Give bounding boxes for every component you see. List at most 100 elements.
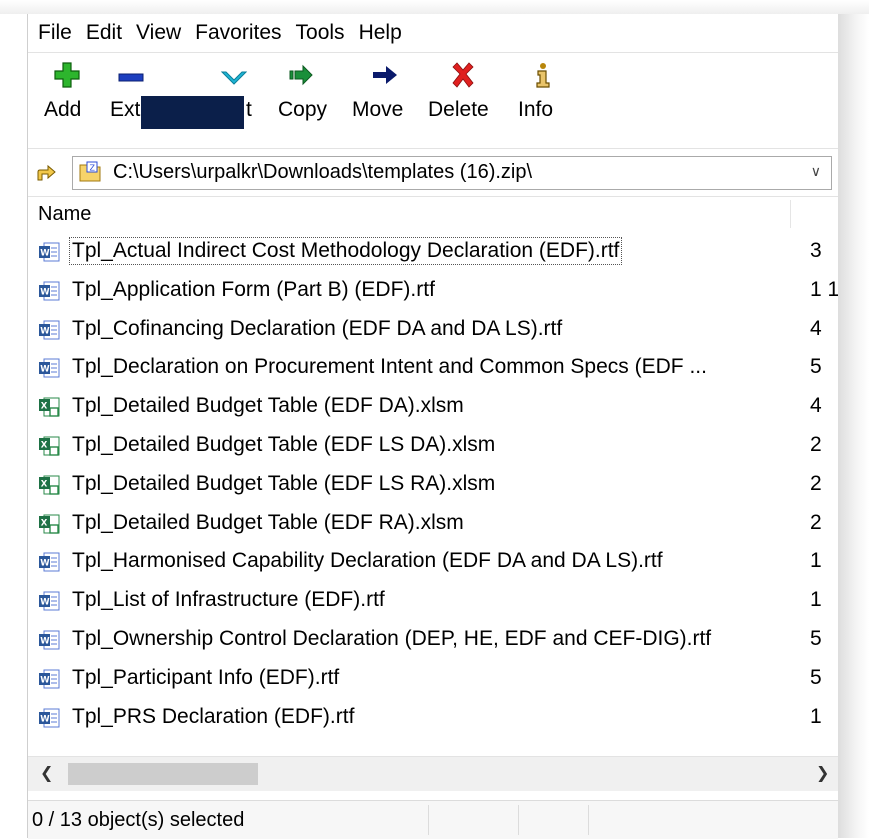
minus-icon <box>118 73 144 82</box>
file-name: Tpl_List of Infrastructure (EDF).rtf <box>72 588 385 612</box>
horizontal-scrollbar[interactable]: ❮ ❯ <box>28 756 838 791</box>
column-header-row: Name <box>28 196 838 232</box>
plus-icon <box>54 62 80 88</box>
file-row[interactable]: X Tpl_Detailed Budget Table (EDF RA).xlsm… <box>34 504 838 542</box>
toolbar: Add Ext t Copy Move Delete Info <box>28 54 838 149</box>
copy-button[interactable]: Copy <box>272 54 334 142</box>
menu-edit[interactable]: Edit <box>80 14 128 52</box>
status-divider <box>588 805 589 835</box>
svg-text:Z: Z <box>90 164 96 173</box>
word-file-icon: W <box>38 629 60 651</box>
excel-file-icon: X <box>38 474 60 496</box>
svg-text:X: X <box>41 518 48 528</box>
scrollbar-thumb[interactable] <box>68 763 258 785</box>
file-row[interactable]: X Tpl_Detailed Budget Table (EDF DA).xlsm… <box>34 387 838 425</box>
file-row[interactable]: W Tpl_Cofinancing Declaration (EDF DA and… <box>34 310 838 348</box>
file-size: 2 <box>810 433 822 456</box>
excel-file-icon: X <box>38 396 60 418</box>
file-row[interactable]: W Tpl_Declaration on Procurement Intent a… <box>34 348 838 386</box>
window-shadow-right <box>837 14 869 838</box>
check-icon <box>221 71 247 85</box>
file-size: 2 <box>810 510 822 534</box>
file-size: 1 <box>810 704 822 728</box>
svg-text:W: W <box>40 287 50 297</box>
excel-file-icon: X <box>38 513 60 535</box>
address-combobox[interactable]: Z C:\Users\urpalkr\Downloads\templates (… <box>72 156 832 190</box>
file-size: 4 <box>810 316 822 340</box>
file-row[interactable]: X Tpl_Detailed Budget Table (EDF LS DA).x… <box>34 426 838 464</box>
file-row[interactable]: X Tpl_Detailed Budget Table (EDF LS RA).x… <box>34 465 838 503</box>
status-divider <box>428 805 429 835</box>
file-name: Tpl_Declaration on Procurement Intent an… <box>72 355 707 379</box>
file-row[interactable]: W Tpl_Harmonised Capability Declaration (… <box>34 542 838 580</box>
column-header-name[interactable]: Name <box>38 196 91 232</box>
scroll-left-arrow-icon[interactable]: ❮ <box>40 763 53 783</box>
file-size: 5 <box>810 627 822 650</box>
menu-help[interactable]: Help <box>353 14 408 52</box>
zip-archive-icon: Z <box>79 161 101 182</box>
file-size: 5 <box>810 665 822 689</box>
add-button[interactable]: Add <box>38 54 94 142</box>
file-name: Tpl_Actual Indirect Cost Methodology Dec… <box>68 237 623 265</box>
move-label: Move <box>352 98 404 121</box>
svg-text:W: W <box>40 598 50 608</box>
file-size: 1 1 <box>810 277 838 301</box>
file-name: Tpl_PRS Declaration (EDF).rtf <box>72 704 355 728</box>
svg-text:W: W <box>40 249 50 259</box>
delete-button[interactable]: Delete <box>426 54 500 142</box>
column-divider[interactable] <box>790 200 791 228</box>
window-shadow-top <box>0 0 869 14</box>
file-row[interactable]: W Tpl_Application Form (Part B) (EDF).rtf… <box>34 271 838 309</box>
file-row[interactable]: W Tpl_List of Infrastructure (EDF).rtf 1 <box>34 581 838 619</box>
move-button[interactable]: Move <box>348 54 424 142</box>
archive-manager-window: File Edit View Favorites Tools Help Add … <box>27 14 838 839</box>
delete-x-icon <box>452 62 474 88</box>
menu-tools[interactable]: Tools <box>290 14 351 52</box>
info-label: Info <box>518 98 554 121</box>
svg-text:W: W <box>40 326 50 336</box>
file-name: Tpl_Detailed Budget Table (EDF DA).xlsm <box>72 394 464 418</box>
file-row[interactable]: W Tpl_Ownership Control Declaration (DEP,… <box>34 620 838 658</box>
add-label: Add <box>44 98 82 121</box>
svg-text:W: W <box>40 714 50 724</box>
word-file-icon: W <box>38 590 60 612</box>
up-folder-icon[interactable] <box>36 164 56 182</box>
delete-label: Delete <box>428 98 489 121</box>
file-name: Tpl_Participant Info (EDF).rtf <box>72 665 340 689</box>
file-name: Tpl_Harmonised Capability Declaration (E… <box>72 549 663 573</box>
file-name: Tpl_Ownership Control Declaration (DEP, … <box>72 627 712 650</box>
address-bar: Z C:\Users\urpalkr\Downloads\templates (… <box>28 150 838 197</box>
menu-bar: File Edit View Favorites Tools Help <box>28 14 838 53</box>
svg-text:X: X <box>41 441 48 451</box>
move-arrow-icon <box>373 66 397 84</box>
file-row[interactable]: W Tpl_Actual Indirect Cost Methodology De… <box>34 232 838 270</box>
desktop-left <box>0 14 27 838</box>
file-name: Tpl_Detailed Budget Table (EDF RA).xlsm <box>72 510 464 534</box>
file-size: 5 <box>810 355 822 379</box>
svg-text:X: X <box>41 479 48 489</box>
chevron-down-icon[interactable]: ∨ <box>811 163 821 180</box>
copy-label: Copy <box>278 98 328 121</box>
selection-status: 0 / 13 object(s) selected <box>32 809 245 831</box>
word-file-icon: W <box>38 668 60 690</box>
file-row[interactable]: W Tpl_Participant Info (EDF).rtf 5 <box>34 659 838 697</box>
file-name: Tpl_Detailed Budget Table (EDF LS RA).xl… <box>72 471 496 495</box>
copy-arrow-icon <box>289 64 313 86</box>
svg-text:W: W <box>40 365 50 375</box>
test-label: t <box>246 98 252 121</box>
menu-file[interactable]: File <box>32 14 78 52</box>
scroll-right-arrow-icon[interactable]: ❯ <box>816 763 829 783</box>
menu-favorites[interactable]: Favorites <box>189 14 287 52</box>
redaction-block <box>141 96 244 129</box>
menu-view[interactable]: View <box>130 14 187 52</box>
file-size: 1 <box>810 588 822 612</box>
word-file-icon: W <box>38 707 60 729</box>
info-button[interactable]: Info <box>514 54 570 142</box>
word-file-icon: W <box>38 357 60 379</box>
file-row[interactable]: W Tpl_PRS Declaration (EDF).rtf 1 <box>34 698 838 736</box>
file-list: Name W Tpl_Actual Indirect Cost Methodolo… <box>28 196 838 756</box>
file-name: Tpl_Application Form (Part B) (EDF).rtf <box>72 277 435 301</box>
address-path: C:\Users\urpalkr\Downloads\templates (16… <box>113 161 533 183</box>
svg-text:W: W <box>40 559 50 569</box>
file-size: 4 <box>810 394 822 418</box>
